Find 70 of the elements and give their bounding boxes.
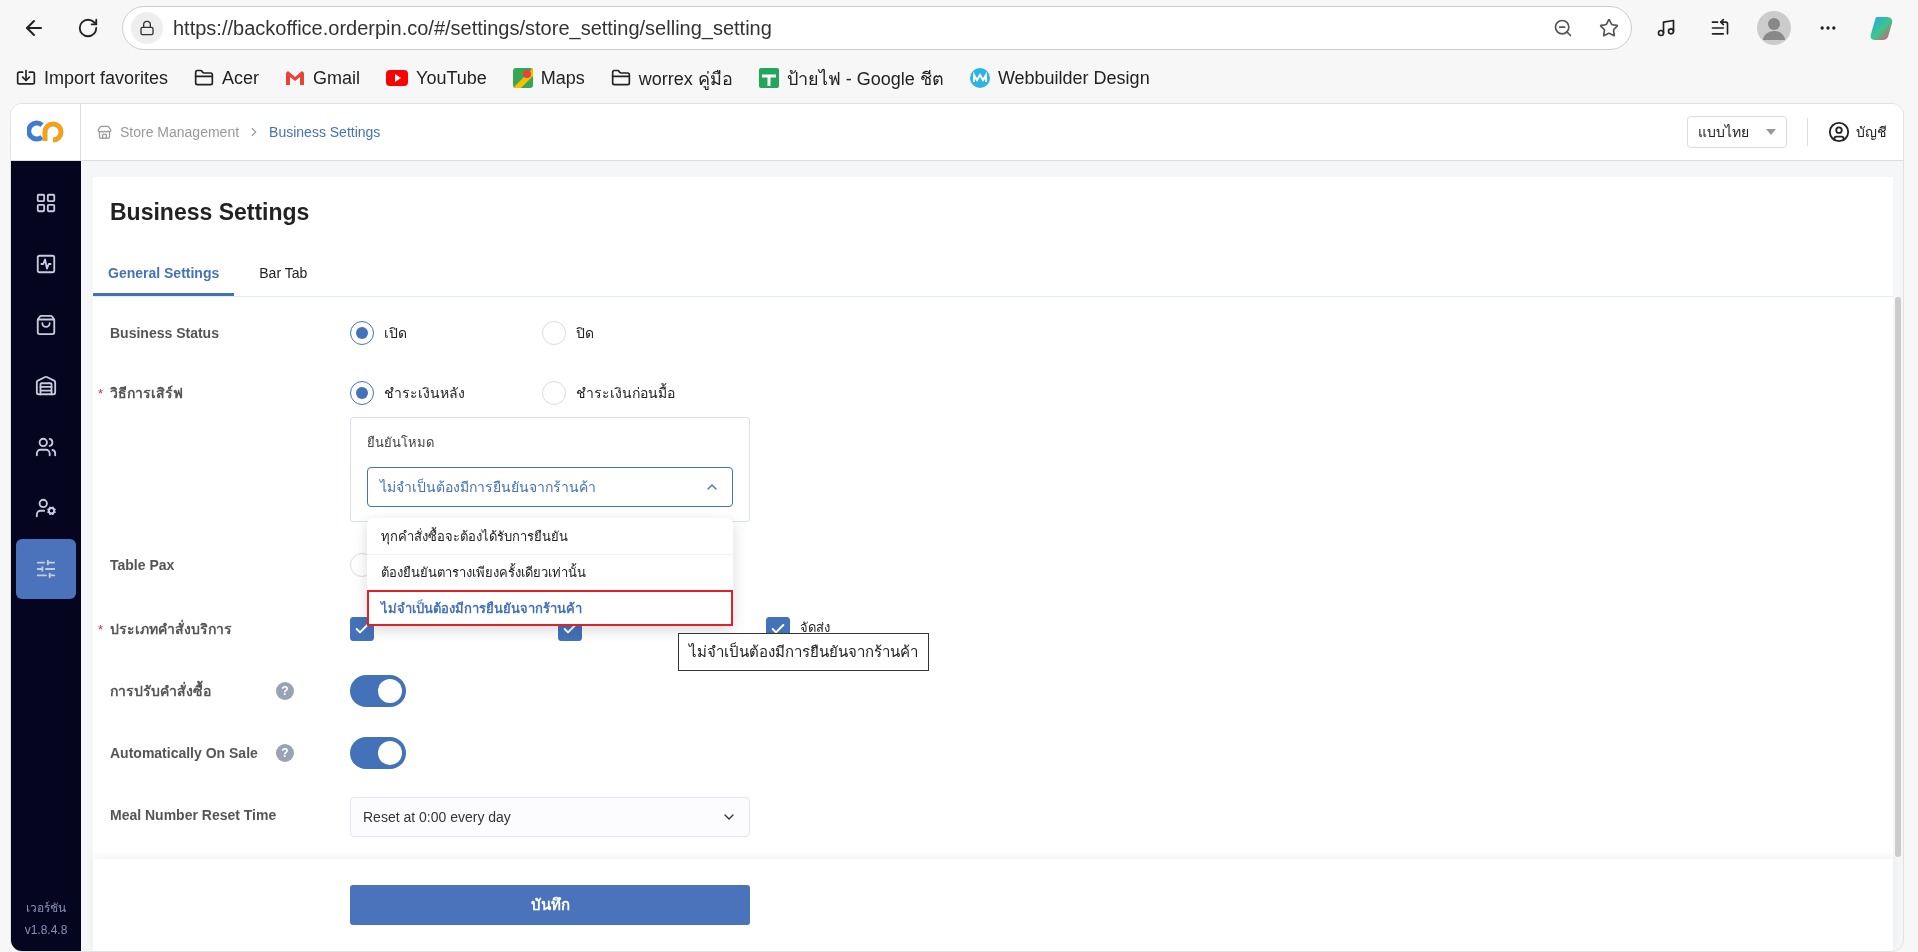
activity-icon	[35, 253, 57, 275]
favorites-icon[interactable]	[1710, 18, 1730, 38]
version-label: เวอร์ชัน	[26, 900, 66, 917]
url-text: https://backoffice.orderpin.co/#/settings/store_setting/selling_setting	[173, 16, 773, 40]
bookmark-item[interactable]: ป้ายไฟ - Google ชีต	[758, 63, 944, 93]
radio-label: ชำระเงินก่อนมื้อ	[576, 382, 675, 403]
users-icon	[35, 436, 57, 458]
required-mark: *	[98, 385, 104, 401]
scrollbar[interactable]	[1895, 297, 1901, 857]
field-label: การปรับคำสั่งซื้อ	[110, 680, 211, 702]
import-icon	[16, 68, 36, 88]
language-select[interactable]: แบบไทย	[1687, 116, 1787, 148]
map-icon	[512, 68, 533, 88]
folder-icon	[194, 68, 215, 88]
wave-logo-icon	[969, 68, 990, 88]
menu-item[interactable]: ต้องยืนยันตารางเพียงครั้งเดียวเท่านั้น	[367, 554, 733, 590]
user-gear-icon	[35, 497, 57, 519]
checkbox[interactable]	[350, 617, 374, 641]
caret-icon	[1766, 129, 1776, 135]
field-label: Business Status	[110, 325, 219, 341]
grid-icon	[35, 192, 57, 214]
radio-label: ปิด	[576, 324, 594, 343]
bookmark-item[interactable]: Acer	[194, 67, 260, 89]
avatar-icon[interactable]	[1757, 11, 1791, 45]
address-bar[interactable]: https://backoffice.orderpin.co/#/settings/store_setting/selling_setting	[122, 6, 1632, 50]
toggle-switch[interactable]	[350, 675, 406, 707]
page-title: Business Settings	[110, 199, 311, 227]
tab[interactable]: Bar Tab	[244, 265, 323, 296]
sliders-icon	[35, 558, 57, 580]
breadcrumb-link[interactable]: Business Settings	[269, 124, 381, 140]
bag-icon	[35, 314, 57, 336]
field-label: ยืนยันโหมด	[367, 434, 435, 452]
menu-item[interactable]: ทุกคำสั่งซื้อจะต้องได้รับการยืนยัน	[367, 518, 733, 554]
account-icon[interactable]	[1828, 121, 1850, 143]
folder-icon	[610, 68, 631, 88]
bookmark-item[interactable]: YouTube	[386, 67, 487, 89]
tooltip: ไม่จำเป็นต้องมีการยืนยันจากร้านค้า	[678, 633, 929, 671]
bookmark-item[interactable]: worrex คู่มือ	[610, 63, 733, 93]
select-field[interactable]: ไม่จำเป็นต้องมีการยืนยันจากร้านค้า	[367, 467, 733, 507]
version-number: v1.8.4.8	[24, 923, 68, 937]
warehouse-icon	[35, 375, 57, 397]
field-label: Table Pax	[110, 557, 175, 573]
field-label: วิธีการเสิร์ฟ	[110, 384, 183, 403]
menu-item[interactable]: ไม่จำเป็นต้องมีการยืนยันจากร้านค้า	[367, 590, 733, 626]
mail-icon	[285, 70, 306, 86]
select-field[interactable]: Reset at 0:00 every day	[350, 797, 750, 837]
logo-icon	[26, 119, 65, 145]
required-mark: *	[98, 621, 104, 637]
radio-label: ชำระเงินหลัง	[384, 384, 465, 403]
zoom-out-icon[interactable]	[1553, 18, 1573, 38]
bookmark-item[interactable]: Maps	[512, 67, 585, 89]
bookmark-item[interactable]: Import favorites	[16, 67, 169, 89]
music-icon[interactable]	[1656, 18, 1676, 38]
copilot-icon[interactable]	[1869, 15, 1895, 41]
account-link[interactable]: บัญชี	[1856, 121, 1887, 143]
tab[interactable]: General Settings	[93, 265, 235, 296]
field-label: Meal Number Reset Time	[110, 807, 277, 823]
toggle-switch[interactable]	[350, 737, 406, 769]
field-label: ประเภทคำสั่งบริการ	[110, 618, 232, 639]
bookmark-item[interactable]: Webbuilder Design	[969, 67, 1150, 89]
bookmark-item[interactable]: Gmail	[285, 67, 361, 89]
lock-icon	[131, 12, 163, 44]
store-icon	[97, 124, 112, 140]
sheet-icon	[758, 68, 779, 88]
save-button[interactable]: บันทึก	[350, 885, 750, 925]
radio-label: เปิด	[384, 324, 407, 343]
play-icon	[386, 70, 409, 86]
reload-icon[interactable]	[77, 17, 99, 39]
field-label: Automatically On Sale	[110, 745, 258, 761]
star-icon[interactable]	[1599, 18, 1619, 38]
